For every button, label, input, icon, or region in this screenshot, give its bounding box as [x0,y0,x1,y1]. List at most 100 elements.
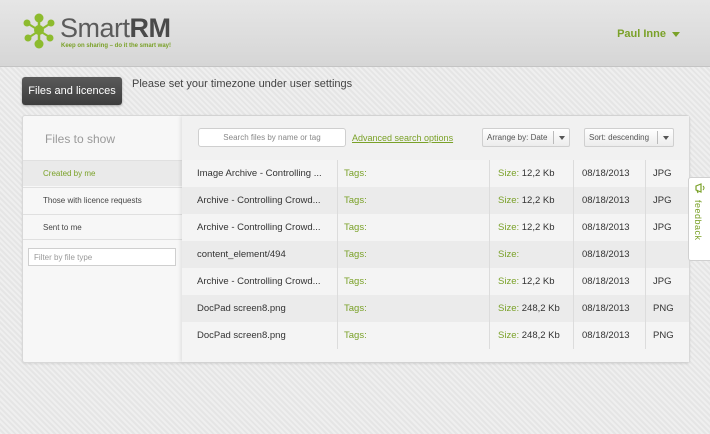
file-tags: Tags: [344,249,367,260]
sidebar-item-sent-to-me[interactable]: Sent to me [23,214,182,240]
size-label: Size: [498,249,520,260]
column-divider [337,160,338,187]
table-row[interactable]: Image Archive - Controlling ... Tags: Si… [182,160,689,187]
feedback-label: feedback [693,200,703,241]
size-value: 248,2 Kb [521,330,560,341]
file-date: 08/18/2013 [582,168,630,179]
column-divider [337,322,338,349]
logo-text-rm: RM [129,13,172,43]
table-row[interactable]: DocPad screen8.png Tags: Size: 248,2 Kb … [182,295,689,322]
user-menu[interactable]: Paul Inne [617,28,680,40]
file-size: Size: 248,2 Kb [498,295,568,322]
size-label: Size: [498,330,520,341]
column-divider [573,187,574,214]
file-tags: Tags: [344,168,367,179]
size-value: 12,2 Kb [521,276,555,287]
column-divider [645,187,646,214]
sidebar-item-licence-requests[interactable]: Those with licence requests [23,187,182,213]
size-label: Size: [498,222,520,233]
size-value: 12,2 Kb [521,168,555,179]
column-divider [645,268,646,295]
toolbar: Advanced search options Arrange by: Date… [182,116,689,161]
logo-icon [23,13,55,49]
chevron-down-icon [663,136,669,140]
column-divider [489,241,490,268]
column-divider [573,268,574,295]
arrange-by-value: Arrange by: Date [487,133,548,142]
user-name: Paul Inne [617,28,666,40]
column-divider [489,214,490,241]
column-divider [645,322,646,349]
file-name[interactable]: Image Archive - Controlling ... [197,160,332,187]
file-size: Size: 12,2 Kb [498,160,568,187]
table-row[interactable]: Archive - Controlling Crowd... Tags: Siz… [182,214,689,241]
column-divider [645,295,646,322]
column-divider [573,214,574,241]
file-date: 08/18/2013 [582,222,630,233]
files-and-licences-button[interactable]: Files and licences [22,77,122,105]
chevron-down-icon [672,31,680,37]
column-divider [337,187,338,214]
file-size: Size: [498,241,568,268]
file-name[interactable]: DocPad screen8.png [197,295,332,322]
file-type: JPG [653,168,672,179]
column-divider [645,160,646,187]
file-name[interactable]: content_element/494 [197,241,332,268]
select-divider [657,131,658,144]
file-type: PNG [653,303,674,314]
size-value: 12,2 Kb [521,222,555,233]
tagline: Keep on sharing – do it the smart way! [61,43,172,49]
megaphone-icon [695,183,705,194]
feedback-tab[interactable]: feedback [688,177,710,261]
column-divider [645,214,646,241]
file-table: Image Archive - Controlling ... Tags: Si… [182,160,689,349]
column-divider [645,241,646,268]
app-header: SmartRM Keep on sharing – do it the smar… [0,0,710,67]
file-date: 08/18/2013 [582,330,630,341]
file-size: Size: 12,2 Kb [498,268,568,295]
file-size: Size: 12,2 Kb [498,214,568,241]
size-label: Size: [498,168,520,179]
sort-value: Sort: descending [589,133,650,142]
table-row[interactable]: Archive - Controlling Crowd... Tags: Siz… [182,268,689,295]
advanced-search-link[interactable]: Advanced search options [352,133,453,143]
sidebar: Files to show Created by me Those with l… [23,116,182,362]
sidebar-item-created-by-me[interactable]: Created by me [23,160,182,186]
size-value: 248,2 Kb [521,303,560,314]
file-tags: Tags: [344,222,367,233]
file-name[interactable]: Archive - Controlling Crowd... [197,214,332,241]
column-divider [489,268,490,295]
sort-select[interactable]: Sort: descending [584,128,674,147]
column-divider [337,241,338,268]
column-divider [489,322,490,349]
column-divider [573,322,574,349]
file-name[interactable]: DocPad screen8.png [197,322,332,349]
timezone-notice: Please set your timezone under user sett… [132,78,353,90]
size-label: Size: [498,195,520,206]
column-divider [337,295,338,322]
file-date: 08/18/2013 [582,276,630,287]
file-tags: Tags: [344,276,367,287]
file-name[interactable]: Archive - Controlling Crowd... [197,187,332,214]
arrange-by-select[interactable]: Arrange by: Date [482,128,570,147]
filter-file-type-input[interactable] [28,248,176,266]
table-row[interactable]: Archive - Controlling Crowd... Tags: Siz… [182,187,689,214]
file-date: 08/18/2013 [582,249,630,260]
table-row[interactable]: content_element/494 Tags: Size: 08/18/20… [182,241,689,268]
column-divider [573,295,574,322]
search-input[interactable] [198,128,346,147]
file-type [653,241,683,268]
file-tags: Tags: [344,195,367,206]
logo-text-smart: Smart [60,13,130,43]
column-divider [573,241,574,268]
column-divider [337,214,338,241]
file-size: Size: 12,2 Kb [498,187,568,214]
file-tags: Tags: [344,330,367,341]
file-date: 08/18/2013 [582,195,630,206]
table-row[interactable]: DocPad screen8.png Tags: Size: 248,2 Kb … [182,322,689,349]
logo-text: SmartRM [60,13,171,44]
column-divider [489,295,490,322]
column-divider [337,268,338,295]
file-date: 08/18/2013 [582,303,630,314]
file-name[interactable]: Archive - Controlling Crowd... [197,268,332,295]
